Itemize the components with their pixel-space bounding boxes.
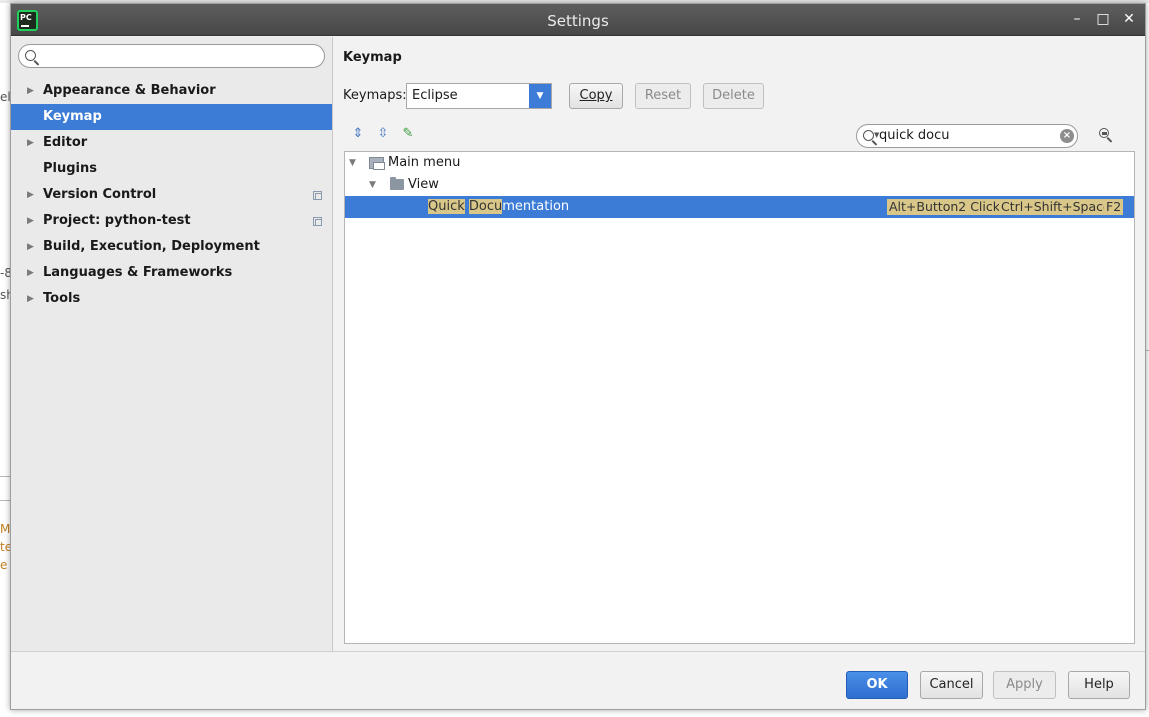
settings-nav-tree: ▶ Appearance & Behavior Keymap ▶ Editor … (11, 78, 332, 312)
sidebar-item-tools[interactable]: ▶ Tools (11, 286, 332, 312)
cancel-button[interactable]: Cancel (920, 671, 983, 699)
shortcut-badge: F2 (1104, 199, 1124, 215)
window-title: Settings (547, 12, 609, 30)
search-icon (25, 50, 36, 61)
match-highlight: Docu (468, 199, 503, 214)
chevron-down-icon[interactable]: ▼ (529, 84, 551, 108)
background-divider (0, 476, 10, 477)
collapse-arrow-icon[interactable]: ▼ (349, 152, 356, 174)
keymap-filter-input[interactable]: quick docu (879, 128, 950, 143)
maximize-icon[interactable]: □ (1093, 9, 1113, 29)
keymap-filter-field[interactable]: ▼ quick docu × (856, 124, 1078, 148)
help-button[interactable]: Help (1068, 671, 1130, 699)
tree-node-label: Main menu (388, 155, 461, 170)
expand-arrow-icon[interactable]: ▶ (27, 234, 34, 260)
sidebar-item-label: Languages & Frameworks (43, 265, 233, 280)
folder-icon (390, 177, 404, 190)
actions-tree: ▼ Main menu ▼ View Quick Documentation A… (344, 151, 1135, 644)
sidebar-item-label: Keymap (43, 109, 102, 124)
keymap-panel: Keymap Keymaps: Eclipse ▼ Copy Reset Del… (334, 37, 1145, 651)
sidebar-item-keymap[interactable]: Keymap (11, 104, 332, 130)
edit-pencil-icon[interactable]: ✎ (400, 126, 416, 142)
settings-dialog: PC Settings – □ ✕ ▶ Appearance & Behavio… (10, 3, 1146, 710)
keymap-select-value: Eclipse (412, 88, 458, 103)
match-highlight: Quick (428, 199, 465, 214)
sidebar-item-project[interactable]: ▶ Project: python-test (11, 208, 332, 234)
search-icon (863, 130, 874, 141)
footer-divider (11, 651, 1145, 652)
ok-button[interactable]: OK (846, 671, 908, 699)
sidebar-item-label: Build, Execution, Deployment (43, 239, 260, 254)
main-menu-icon (369, 157, 385, 170)
sidebar-item-build-execution-deployment[interactable]: ▶ Build, Execution, Deployment (11, 234, 332, 260)
sidebar-item-label: Tools (43, 291, 81, 306)
keymaps-label: Keymaps: (343, 88, 407, 103)
settings-search-input[interactable] (41, 47, 316, 65)
tree-node-quick-documentation[interactable]: Quick Documentation Alt+Button2 Click Ct… (345, 196, 1134, 218)
expand-arrow-icon[interactable]: ▶ (27, 78, 34, 104)
clear-search-icon[interactable]: × (1060, 129, 1074, 143)
background-text: M (0, 522, 11, 536)
tree-node-label: View (408, 177, 439, 192)
sidebar-item-label: Project: python-test (43, 213, 191, 228)
expand-arrow-icon[interactable]: ▶ (27, 286, 34, 312)
expand-arrow-icon[interactable]: ▶ (27, 130, 34, 156)
collapse-arrow-icon[interactable]: ▼ (369, 174, 376, 196)
project-level-icon (313, 191, 322, 200)
find-by-shortcut-icon[interactable] (1097, 126, 1115, 144)
project-level-icon (313, 217, 322, 226)
tree-node-label: Quick Documentation (428, 199, 570, 214)
background-divider (0, 500, 10, 501)
expand-arrow-icon[interactable]: ▶ (27, 182, 34, 208)
page-title: Keymap (343, 50, 402, 65)
collapse-all-icon[interactable]: ⇳ (375, 126, 391, 142)
minimize-icon[interactable]: – (1067, 9, 1087, 29)
settings-sidebar: ▶ Appearance & Behavior Keymap ▶ Editor … (11, 37, 333, 651)
sidebar-item-label: Editor (43, 135, 88, 150)
tree-node-view[interactable]: ▼ View (345, 174, 1134, 196)
delete-button[interactable]: Delete (703, 83, 764, 109)
background-text: e (0, 558, 8, 572)
sidebar-item-label: Plugins (43, 161, 97, 176)
apply-button[interactable]: Apply (993, 671, 1056, 699)
shortcut-badge: Alt+Button2 Click (887, 199, 1002, 215)
sidebar-item-label: Appearance & Behavior (43, 83, 216, 98)
expand-arrow-icon[interactable]: ▶ (27, 260, 34, 286)
sidebar-item-editor[interactable]: ▶ Editor (11, 130, 332, 156)
reset-button[interactable]: Reset (635, 83, 691, 109)
sidebar-item-plugins[interactable]: Plugins (11, 156, 332, 182)
shortcut-badge: Ctrl+Shift+Space (999, 199, 1113, 215)
title-bar[interactable]: PC Settings – □ ✕ (11, 4, 1145, 36)
sidebar-item-version-control[interactable]: ▶ Version Control (11, 182, 332, 208)
expand-all-icon[interactable]: ⇕ (350, 126, 366, 142)
sidebar-item-languages-frameworks[interactable]: ▶ Languages & Frameworks (11, 260, 332, 286)
copy-button[interactable]: Copy (569, 83, 623, 109)
expand-arrow-icon[interactable]: ▶ (27, 208, 34, 234)
close-icon[interactable]: ✕ (1119, 9, 1139, 29)
keymap-select[interactable]: Eclipse ▼ (406, 83, 552, 109)
sidebar-item-appearance-behavior[interactable]: ▶ Appearance & Behavior (11, 78, 332, 104)
settings-search-field[interactable] (18, 44, 325, 68)
sidebar-item-label: Version Control (43, 187, 157, 202)
tree-node-main-menu[interactable]: ▼ Main menu (345, 152, 1134, 174)
